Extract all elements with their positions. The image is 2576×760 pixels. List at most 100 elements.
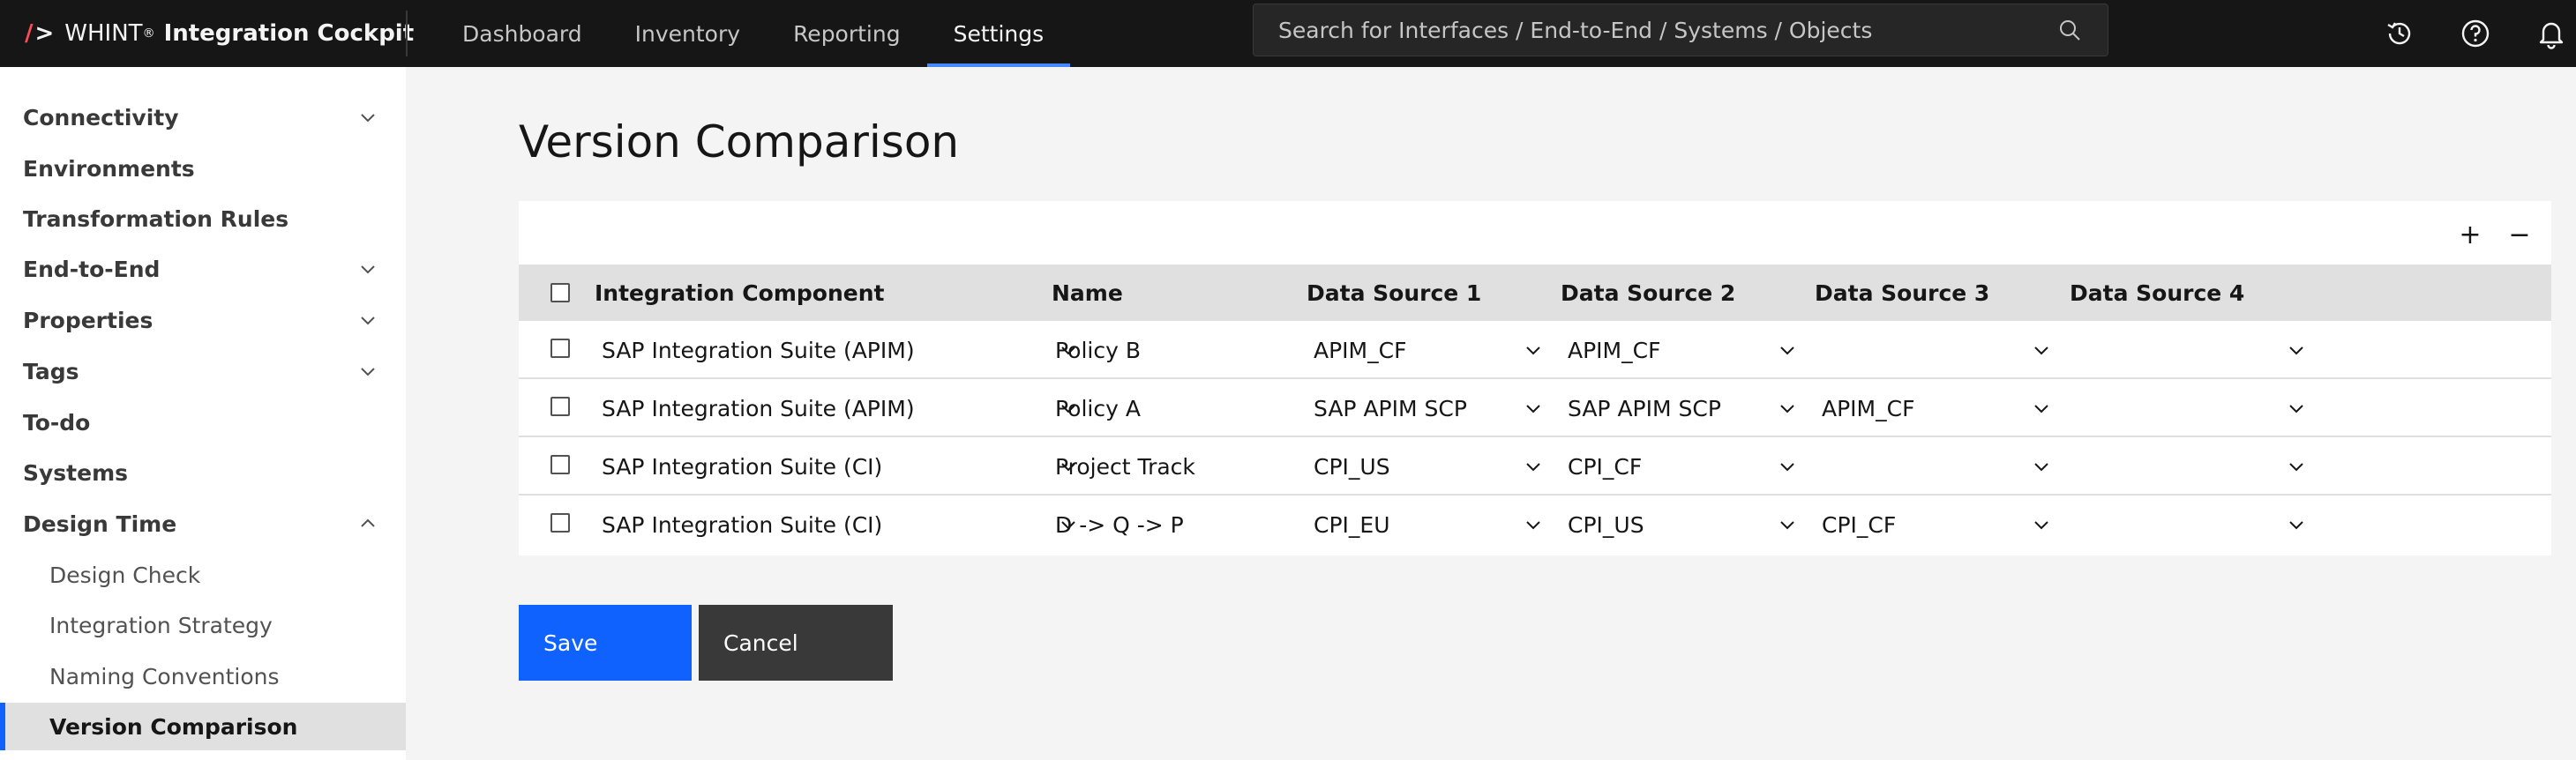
select-value: APIM_CF [1314, 337, 1407, 363]
table-toolbar: + − [519, 201, 2551, 265]
chevron-down-icon [2034, 521, 2048, 530]
column-header-data-source-3[interactable]: Data Source 3 [1815, 265, 1989, 321]
chevron-down-icon [2289, 405, 2303, 414]
data-source-1-select[interactable]: APIM_CF [1307, 321, 1545, 379]
integration-component-select[interactable]: SAP Integration Suite (CI) [595, 437, 1080, 495]
data-source-3-select[interactable] [1815, 321, 2053, 379]
data-source-3-select[interactable] [1815, 437, 2053, 495]
select-all-checkbox[interactable] [550, 283, 570, 302]
chevron-up-icon [361, 518, 375, 527]
row-checkbox[interactable] [550, 397, 570, 416]
sidebar-subitem-integration-strategy[interactable]: Integration Strategy [0, 601, 406, 649]
brand-registered-mark: ® [142, 26, 155, 41]
chevron-down-icon [361, 114, 375, 123]
sidebar-subitem-version-comparison[interactable]: Version Comparison [0, 703, 406, 750]
data-source-2-select[interactable]: CPI_CF [1561, 437, 1799, 495]
nav-inventory[interactable]: Inventory [609, 0, 767, 67]
sidebar-item-label: Tags [23, 358, 79, 384]
add-row-button[interactable]: + [2451, 215, 2490, 254]
page-title: Version Comparison [519, 116, 960, 168]
chevron-down-icon [2034, 346, 2048, 355]
sidebar-subitem-label: Integration Strategy [49, 612, 273, 638]
row-checkbox[interactable] [550, 455, 570, 474]
brand-name: WHINT [64, 20, 143, 47]
notification-bell-icon[interactable] [2530, 12, 2572, 55]
integration-component-select[interactable]: SAP Integration Suite (APIM) [595, 321, 1080, 379]
nav-settings[interactable]: Settings [926, 0, 1071, 67]
column-header-integration-component[interactable]: Integration Component [595, 265, 884, 321]
column-header-name[interactable]: Name [1052, 265, 1123, 321]
sidebar-item-properties[interactable]: Properties [0, 296, 406, 344]
app-logo[interactable]: / > WHINT ® Integration Cockpit [25, 0, 414, 67]
search-icon[interactable] [2056, 17, 2083, 43]
column-header-data-source-4[interactable]: Data Source 4 [2070, 265, 2244, 321]
data-source-4-select[interactable] [2070, 437, 2308, 495]
data-source-1-select[interactable]: CPI_US [1307, 437, 1545, 495]
sidebar-subitem-label: Version Comparison [49, 713, 298, 740]
chevron-down-icon [2034, 463, 2048, 472]
sidebar-item-to-do[interactable]: To-do [0, 399, 406, 446]
select-value: SAP Integration Suite (CI) [602, 453, 883, 480]
sidebar-subitem-design-check[interactable]: Design Check [0, 551, 406, 599]
name-cell: Policy A [1055, 395, 1141, 421]
data-source-4-select[interactable] [2070, 495, 2308, 554]
sidebar-item-transformation-rules[interactable]: Transformation Rules [0, 195, 406, 242]
brand-slash-icon: / [25, 20, 34, 47]
chevron-down-icon [361, 317, 375, 325]
chevron-down-icon [1526, 463, 1540, 472]
remove-row-button[interactable]: − [2500, 215, 2539, 254]
column-header-data-source-2[interactable]: Data Source 2 [1561, 265, 1735, 321]
brand-product: Integration Cockpit [163, 20, 415, 47]
sidebar-item-environments[interactable]: Environments [0, 145, 406, 192]
sidebar-item-label: End-to-End [23, 256, 161, 282]
sidebar-item-label: Connectivity [23, 104, 179, 130]
chevron-down-icon [361, 265, 375, 274]
help-icon[interactable] [2454, 12, 2497, 55]
chevron-down-icon [1780, 405, 1794, 414]
search-input[interactable] [1278, 17, 2056, 43]
column-header-data-source-1[interactable]: Data Source 1 [1307, 265, 1481, 321]
table-row: SAP Integration Suite (APIM) Policy A SA… [519, 379, 2551, 437]
integration-component-select[interactable]: SAP Integration Suite (APIM) [595, 379, 1080, 437]
data-source-3-select[interactable]: APIM_CF [1815, 379, 2053, 437]
sidebar-item-tags[interactable]: Tags [0, 347, 406, 395]
chevron-down-icon [1780, 463, 1794, 472]
brand-chevron-icon: > [34, 20, 55, 47]
nav-reporting[interactable]: Reporting [767, 0, 927, 67]
sidebar-item-end-to-end[interactable]: End-to-End [0, 245, 406, 293]
select-value: SAP APIM SCP [1314, 395, 1467, 421]
data-source-4-select[interactable] [2070, 379, 2308, 437]
chevron-down-icon [1780, 521, 1794, 530]
select-value: CPI_CF [1822, 511, 1897, 538]
chevron-down-icon [1526, 405, 1540, 414]
top-header: / > WHINT ® Integration Cockpit Dashboard … [0, 0, 2576, 67]
data-source-2-select[interactable]: SAP APIM SCP [1561, 379, 1799, 437]
data-source-1-select[interactable]: SAP APIM SCP [1307, 379, 1545, 437]
history-icon[interactable] [2378, 12, 2421, 55]
select-value: CPI_US [1314, 453, 1390, 480]
global-search[interactable] [1253, 4, 2108, 56]
nav-dashboard[interactable]: Dashboard [436, 0, 609, 67]
sidebar-item-systems[interactable]: Systems [0, 449, 406, 496]
sidebar-subitem-naming-conventions[interactable]: Naming Conventions [0, 652, 406, 700]
select-value: SAP Integration Suite (APIM) [602, 337, 915, 363]
data-source-3-select[interactable]: CPI_CF [1815, 495, 2053, 554]
data-source-1-select[interactable]: CPI_EU [1307, 495, 1545, 554]
name-cell: D -> Q -> P [1055, 511, 1184, 538]
chevron-down-icon [1526, 346, 1540, 355]
chevron-down-icon [1780, 346, 1794, 355]
sidebar-item-connectivity[interactable]: Connectivity [0, 93, 406, 141]
cancel-button[interactable]: Cancel [699, 605, 893, 681]
sidebar-item-design-time[interactable]: Design Time [0, 500, 406, 548]
data-source-2-select[interactable]: CPI_US [1561, 495, 1799, 554]
chevron-down-icon [2034, 405, 2048, 414]
save-button[interactable]: Save [519, 605, 692, 681]
row-checkbox[interactable] [550, 339, 570, 358]
row-checkbox[interactable] [550, 513, 570, 533]
chevron-down-icon [361, 368, 375, 376]
sidebar-item-label: Environments [23, 155, 195, 182]
integration-component-select[interactable]: SAP Integration Suite (CI) [595, 495, 1080, 554]
data-source-4-select[interactable] [2070, 321, 2308, 379]
table-row: SAP Integration Suite (CI) Project Track… [519, 437, 2551, 495]
data-source-2-select[interactable]: APIM_CF [1561, 321, 1799, 379]
